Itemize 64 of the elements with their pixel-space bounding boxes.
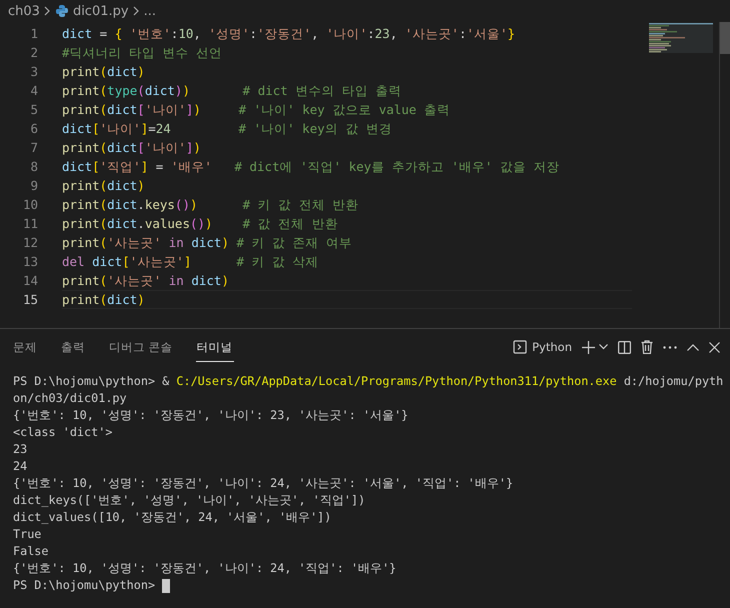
terminal-line: {'번호': 10, '성명': '장동건', '나이': 24, '사는곳': '서울', '직업': '배우'} <box>13 475 514 492</box>
line-number: 8 <box>29 158 38 176</box>
line-number: 3 <box>29 63 38 81</box>
breadcrumb-file[interactable]: dic01.py <box>72 4 129 18</box>
code-line: print(type(dict)) # dict 변수의 타입 출력 <box>62 82 402 100</box>
terminal-line: True <box>13 526 42 543</box>
line-number: 12 <box>22 234 38 252</box>
close-icon[interactable] <box>709 342 720 352</box>
plus-icon[interactable] <box>582 340 595 354</box>
more-icon[interactable] <box>663 346 677 348</box>
code-line: dict = { '번호':10, '성명':'장동건', '나이':23, '사는곳':'서울'} <box>62 25 516 43</box>
panel-tab[interactable]: 디버그 콘솔 <box>108 332 174 362</box>
line-number: 11 <box>22 215 38 233</box>
code-line: print(dict) <box>62 177 145 195</box>
minimap-drawing[interactable] <box>649 23 713 53</box>
terminal-selector[interactable]: Python <box>513 340 572 354</box>
split-icon[interactable] <box>618 340 631 354</box>
terminal-line: {'번호': 10, '성명': '장동건', '나이': 23, '사는곳': '서울'} <box>13 407 408 424</box>
line-number: 5 <box>29 101 38 119</box>
terminal-icon <box>513 340 528 354</box>
code-line: print(dict.keys()) # 키 값 전체 반환 <box>62 196 358 214</box>
line-number: 13 <box>22 253 38 271</box>
chevron-down-icon[interactable] <box>599 344 608 350</box>
code-line: print('사는곳' in dict) # 키 값 존재 여부 <box>62 234 352 252</box>
code-line: print('사는곳' in dict) <box>62 272 229 290</box>
code-line: dict['나이']=24 # '나이' key의 값 변경 <box>62 120 392 138</box>
maximize-icon[interactable] <box>687 344 699 350</box>
terminal-line: dict_keys(['번호', '성명', '나이', '사는곳', '직업']) <box>13 492 366 509</box>
line-number: 6 <box>29 120 38 138</box>
terminal-line: PS D:\hojomu\python> & C:/Users/GR/AppData/Local/Programs/Python/Python311/python.exe d:/hojomu/pyth <box>13 373 724 390</box>
line-number: 1 <box>29 25 38 43</box>
scrollbar-thumb[interactable] <box>720 22 730 54</box>
terminal-line: on/ch03/dic01.py <box>13 390 127 407</box>
code-line: del dict['사는곳'] # 키 값 삭제 <box>62 253 319 271</box>
line-number: 7 <box>29 139 38 157</box>
terminal-line: False <box>13 543 49 560</box>
line-number: 14 <box>22 272 38 290</box>
terminal-line: dict_values([10, '장동건', 24, '서울', '배우']) <box>13 509 332 526</box>
line-number: 9 <box>29 177 38 195</box>
chevron-icon <box>132 6 140 16</box>
code-line: print(dict) <box>62 63 145 81</box>
python-icon <box>54 4 69 18</box>
chevron-icon <box>44 6 51 16</box>
panel-tab[interactable]: 출력 <box>60 332 86 362</box>
terminal-line: 23 <box>13 441 28 458</box>
panel-tab[interactable]: 문제 <box>12 332 38 362</box>
breadcrumb-folder[interactable]: ch03 <box>8 4 40 18</box>
code-line: dict['직업'] = '배우' # dict에 '직업' key를 추가하고 '배우' 값을 저장 <box>62 158 560 176</box>
code-line: print(dict['나이']) <box>62 139 201 157</box>
code-line: print(dict.values()) # 값 전체 반환 <box>62 215 338 233</box>
line-number: 4 <box>29 82 38 100</box>
code-line: print(dict) <box>62 291 145 308</box>
breadcrumb-more[interactable]: ... <box>144 4 156 18</box>
panel-tab[interactable]: 터미널 <box>196 332 234 362</box>
trash-icon[interactable] <box>641 340 653 354</box>
terminal-line: {'번호': 10, '성명': '장동건', '나이': 24, '직업': '배우'} <box>13 560 396 577</box>
terminal-line: PS D:\hojomu\python> <box>13 577 156 594</box>
terminal-line: <class 'dict'> <box>13 424 112 441</box>
code-line: print(dict['나이']) # '나이' key 값으로 value 출력 <box>62 101 450 119</box>
line-number: 2 <box>29 44 38 62</box>
terminal-line: 24 <box>13 458 28 475</box>
line-number: 15 <box>22 291 38 309</box>
code-line: #딕셔너리 타입 변수 선언 <box>62 44 222 62</box>
line-number: 10 <box>22 196 38 214</box>
